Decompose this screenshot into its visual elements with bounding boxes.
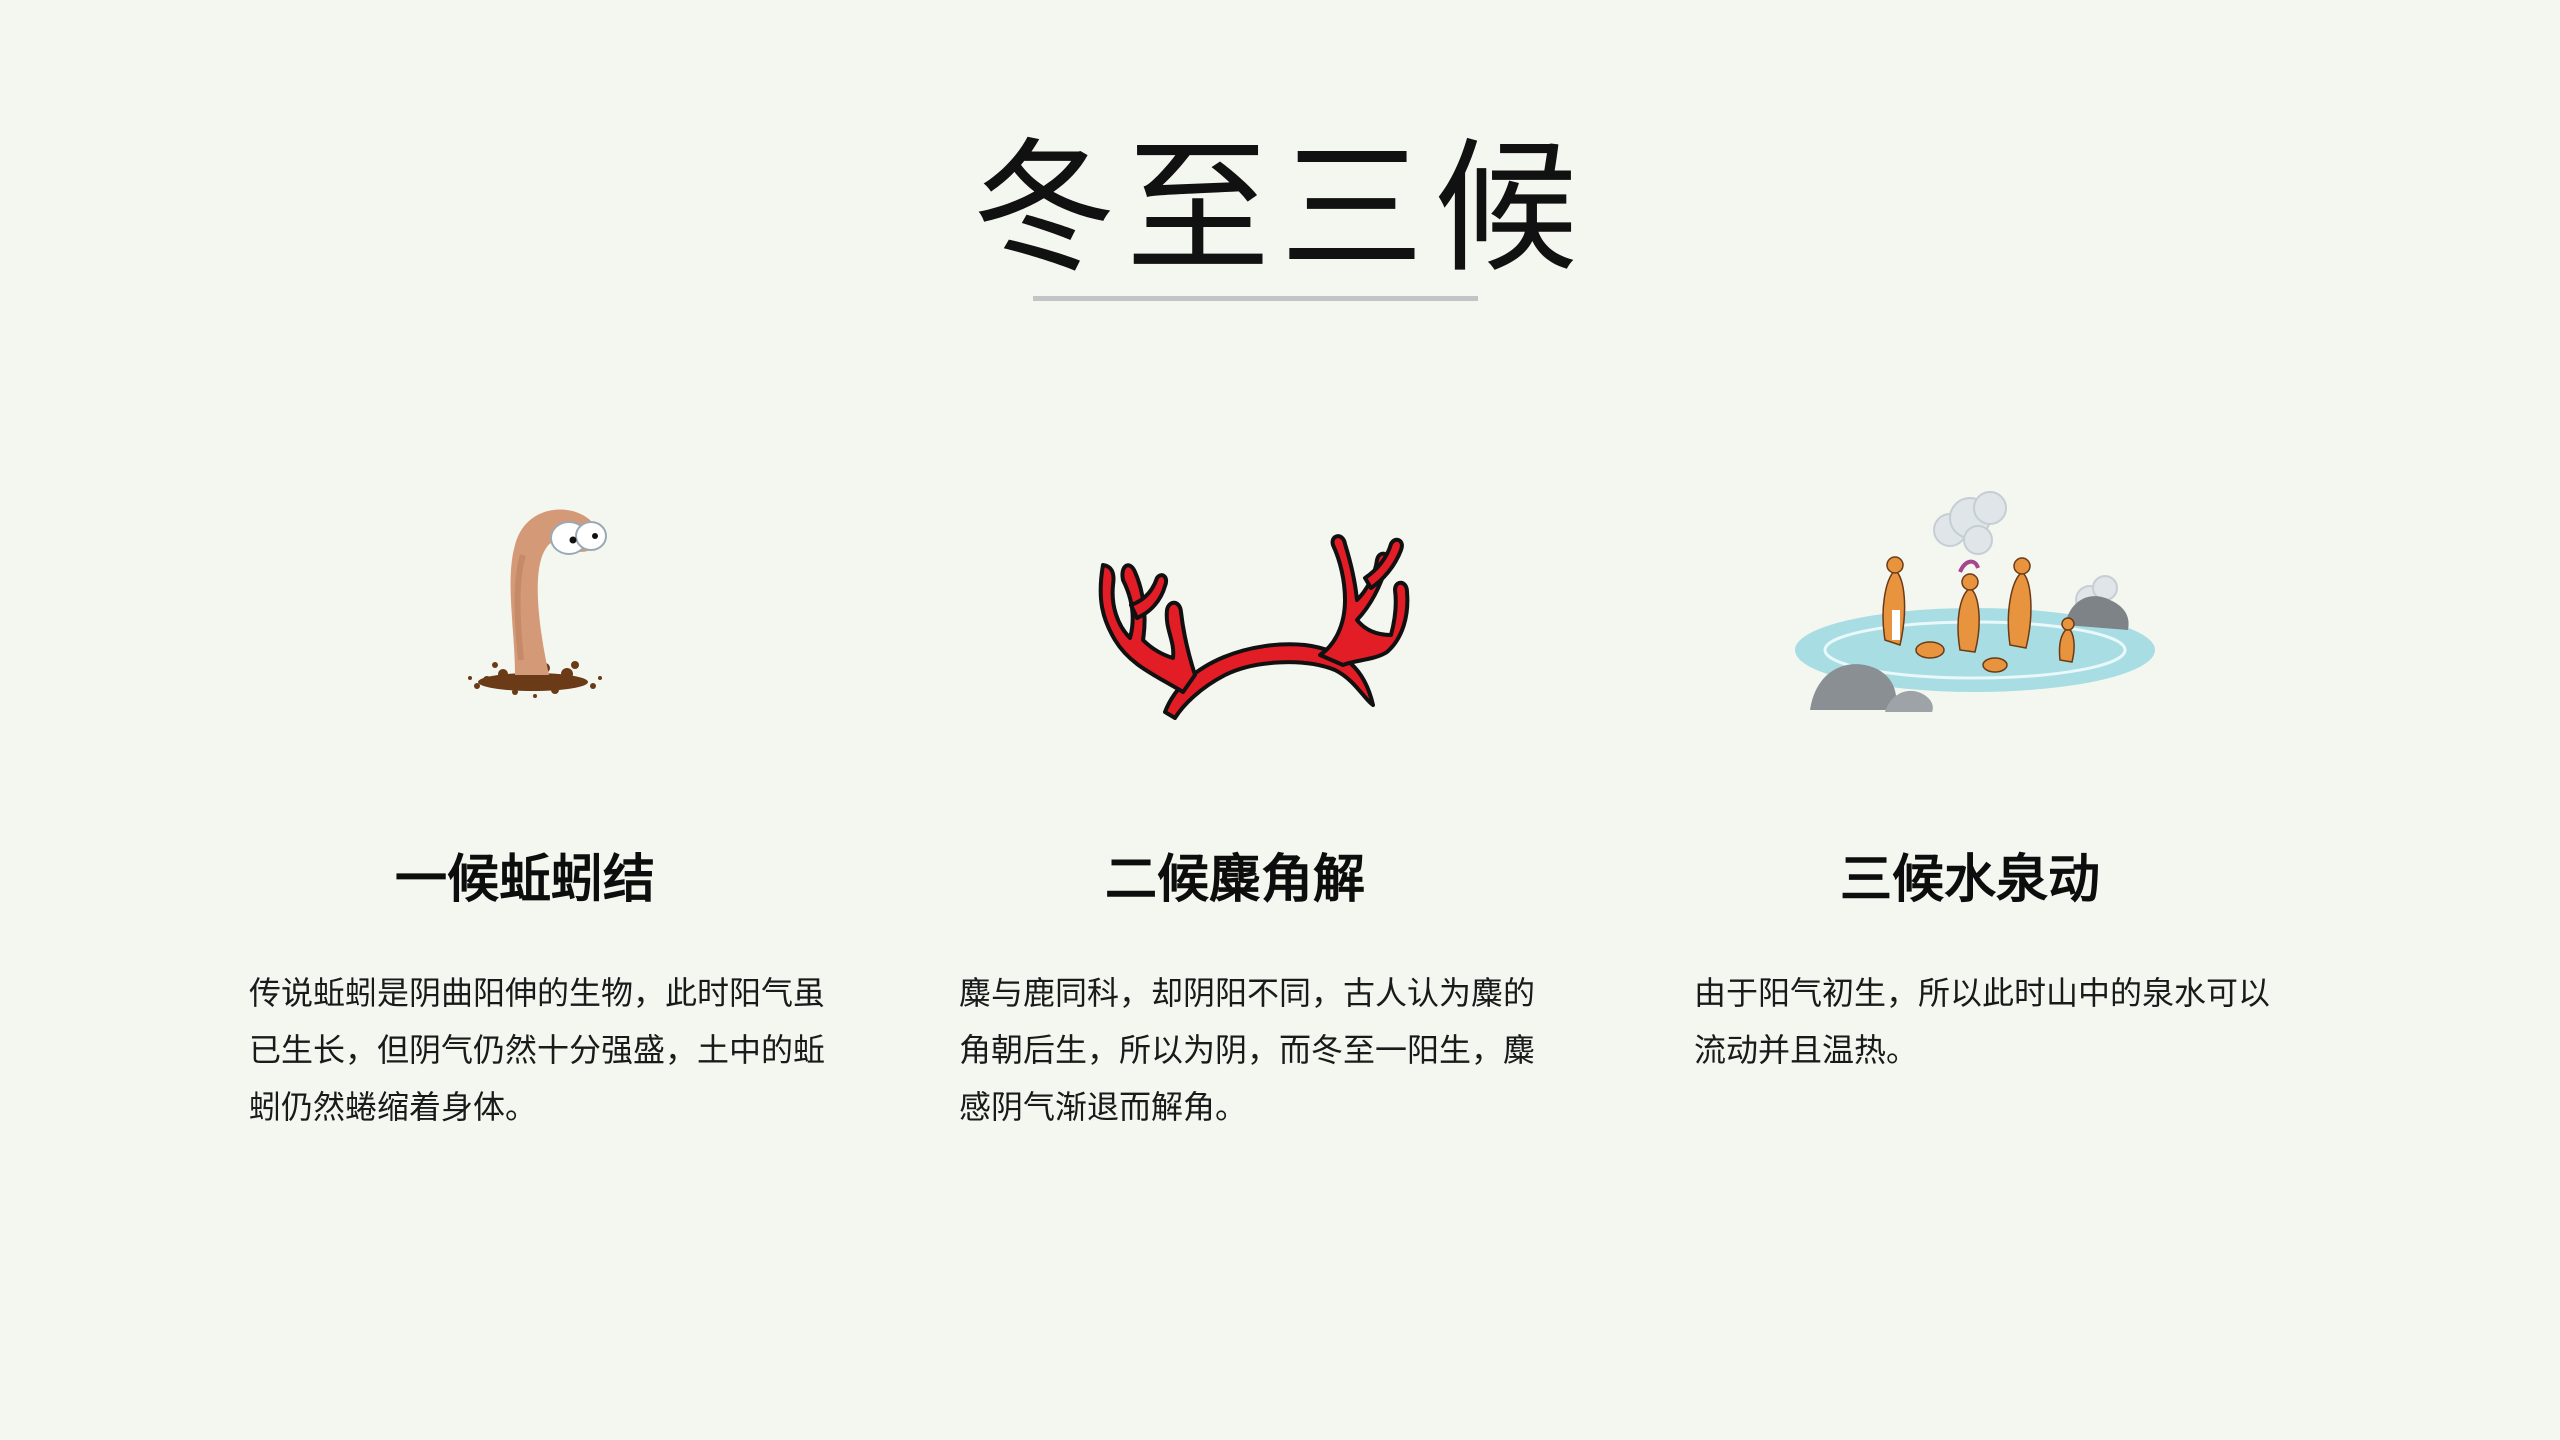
phenology-description: 传说蚯蚓是阴曲阳伸的生物，此时阳气虽已生长，但阴气仍然十分强盛，土中的蚯蚓仍然蜷… bbox=[249, 974, 826, 1126]
phenology-heading: 三候水泉动 bbox=[1839, 850, 2100, 910]
hot-spring-icon bbox=[1660, 460, 2280, 760]
phenology-heading: 二候麋角解 bbox=[1104, 850, 1365, 910]
page-title: 冬至三候 bbox=[971, 124, 1588, 292]
title-underline bbox=[1033, 296, 1478, 301]
phenology-heading: 一候蚯蚓结 bbox=[394, 850, 655, 910]
antler-icon bbox=[925, 460, 1545, 760]
earthworm-icon bbox=[215, 460, 835, 760]
phenology-description: 麋与鹿同科，却阴阳不同，古人认为麋的角朝后生，所以为阴，而冬至一阳生，麋感阴气渐… bbox=[959, 974, 1536, 1126]
phenology-description: 由于阳气初生，所以此时山中的泉水可以流动并且温热。 bbox=[1694, 974, 2271, 1069]
